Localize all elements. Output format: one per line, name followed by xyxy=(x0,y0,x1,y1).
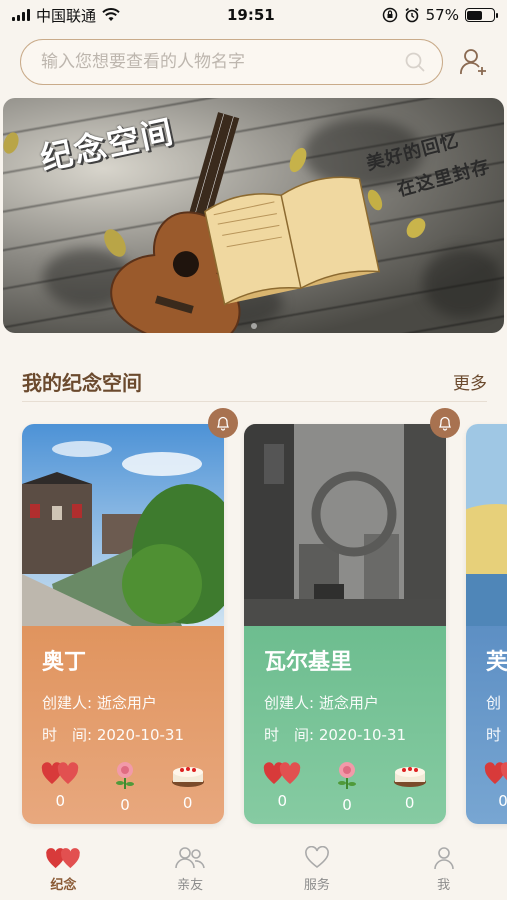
search-icon[interactable] xyxy=(404,51,426,73)
card-info: 奥丁 创建人: 逝念用户 时 间: 2020-10-31 0 0 0 xyxy=(22,626,224,824)
banner-page-indicator xyxy=(3,323,504,329)
gift-count: 0 xyxy=(277,792,288,810)
flower-gift-icon xyxy=(337,762,356,789)
card-photo xyxy=(244,424,446,626)
tab-friends[interactable]: 亲友 xyxy=(150,846,230,893)
card-time: 时 间: 2020-10-31 xyxy=(264,726,406,744)
status-left: 中国联通 xyxy=(12,5,120,26)
card-info: 瓦尔基里 创建人: 逝念用户 时 间: 2020-10-31 0 0 0 xyxy=(244,626,446,824)
wifi-icon xyxy=(102,8,120,21)
card-creator: 创建人: 逝念用户 xyxy=(264,694,379,712)
heart-outline-icon xyxy=(304,845,329,868)
card-bell-badge[interactable] xyxy=(430,408,460,438)
card-gifts: 0 0 0 xyxy=(244,760,446,814)
heart-gift-icon xyxy=(264,762,301,784)
memorial-card-list[interactable]: 奥丁 创建人: 逝念用户 时 间: 2020-10-31 0 0 0 瓦尔基里 … xyxy=(0,408,507,833)
status-right: 57% xyxy=(382,6,498,24)
person-icon xyxy=(433,846,454,869)
search-bar[interactable] xyxy=(20,39,443,85)
card-info: 芙 创 时 0 xyxy=(466,626,507,824)
section-header: 我的纪念空间 更多 xyxy=(22,362,487,402)
banner-carousel[interactable]: 纪念空间 美好的回忆 在这里封存 xyxy=(3,98,504,333)
more-link[interactable]: 更多 xyxy=(453,369,487,394)
carrier-label: 中国联通 xyxy=(36,6,97,25)
card-creator: 创 xyxy=(486,694,502,712)
gift-count: 0 xyxy=(342,796,352,814)
card-name: 芙 xyxy=(486,650,507,675)
card-gifts: 0 xyxy=(466,760,507,810)
card-creator: 创建人: 逝念用户 xyxy=(42,694,157,712)
tab-service[interactable]: 服务 xyxy=(277,845,357,893)
tab-me[interactable]: 我 xyxy=(404,846,484,893)
tab-label: 我 xyxy=(437,877,451,893)
card-gifts: 0 0 0 xyxy=(22,760,224,814)
add-person-button[interactable] xyxy=(459,47,489,77)
gift-count: 0 xyxy=(55,792,66,810)
signal-icon xyxy=(12,9,30,21)
bell-icon xyxy=(438,416,452,431)
card-time: 时 间: 2020-10-31 xyxy=(42,726,184,744)
bell-icon xyxy=(216,416,230,431)
gift-count: 0 xyxy=(498,792,507,810)
add-person-icon xyxy=(460,49,486,75)
hearts-icon xyxy=(46,847,81,868)
card-photo xyxy=(22,424,224,626)
section-title: 我的纪念空间 xyxy=(22,371,142,395)
cake-gift-icon xyxy=(393,767,426,787)
card-bell-badge[interactable] xyxy=(208,408,238,438)
tab-memorial[interactable]: 纪念 xyxy=(23,846,103,893)
memorial-card[interactable]: 瓦尔基里 创建人: 逝念用户 时 间: 2020-10-31 0 0 0 xyxy=(244,424,446,824)
gift-flower[interactable]: 0 xyxy=(332,760,362,814)
flower-gift-icon xyxy=(115,762,134,789)
heart-gift-icon xyxy=(42,762,79,784)
card-photo xyxy=(466,424,507,626)
card-name: 瓦尔基里 xyxy=(264,650,353,675)
search-row xyxy=(0,38,507,86)
gift-count: 0 xyxy=(182,794,193,812)
card-time: 时 xyxy=(486,726,502,744)
status-bar: 中国联通 19:51 57% xyxy=(0,0,507,30)
tab-bar: 纪念 亲友 服务 我 xyxy=(0,838,507,900)
gift-count: 0 xyxy=(404,794,415,812)
tab-label: 亲友 xyxy=(177,877,204,893)
tab-label: 纪念 xyxy=(50,877,77,893)
memorial-card[interactable]: 奥丁 创建人: 逝念用户 时 间: 2020-10-31 0 0 0 xyxy=(22,424,224,824)
rotation-lock-icon xyxy=(382,7,397,23)
search-input[interactable] xyxy=(41,52,404,72)
battery-icon xyxy=(464,8,498,22)
tab-label: 服务 xyxy=(303,877,330,893)
gift-count: 0 xyxy=(120,796,130,814)
alarm-icon xyxy=(405,7,419,23)
card-name: 奥丁 xyxy=(42,650,87,675)
gift-heart[interactable]: 0 xyxy=(484,760,507,810)
gift-cake[interactable]: 0 xyxy=(393,760,427,814)
gift-flower[interactable]: 0 xyxy=(110,760,140,814)
battery-percent: 57% xyxy=(425,6,459,24)
heart-gift-icon xyxy=(484,762,507,784)
clock-time: 19:51 xyxy=(226,6,275,24)
gift-cake[interactable]: 0 xyxy=(171,760,205,814)
cake-gift-icon xyxy=(171,767,204,787)
memorial-card[interactable]: 芙 创 时 0 xyxy=(466,424,507,824)
gift-heart[interactable]: 0 xyxy=(263,760,301,814)
friends-icon xyxy=(175,846,205,868)
gift-heart[interactable]: 0 xyxy=(41,760,79,814)
